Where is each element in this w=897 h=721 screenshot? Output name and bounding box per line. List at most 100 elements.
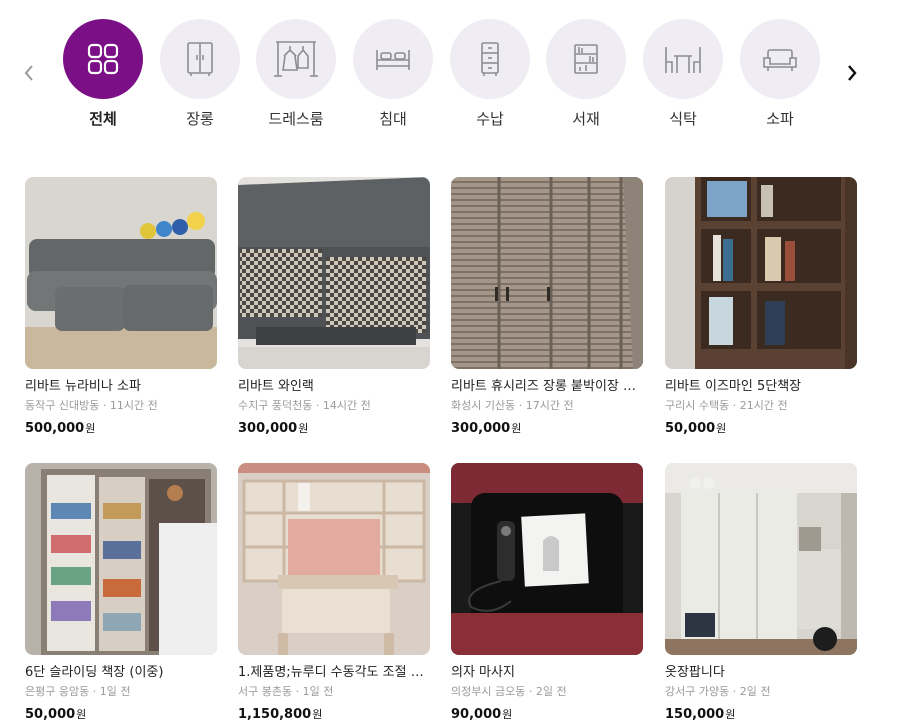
- product-image[interactable]: [238, 463, 430, 655]
- category-label: 장롱: [186, 110, 214, 128]
- sofa-icon: [763, 49, 797, 71]
- price-value: 300,000: [451, 421, 511, 436]
- product-location: 강서구 가양동: [665, 685, 730, 698]
- clothes-rack-icon: [274, 41, 318, 77]
- category-label: 드레스룸: [268, 110, 324, 128]
- product-location: 동작구 신대방동: [25, 399, 100, 412]
- category-circle: [450, 19, 530, 99]
- category-circle: [63, 19, 143, 99]
- product-time: 17시간 전: [525, 399, 574, 412]
- product-card[interactable]: 옷장팝니다 강서구 가양동 · 2일 전 150,000원: [665, 463, 857, 721]
- product-meta: 서구 봉촌동 · 1일 전: [238, 685, 334, 698]
- category-dressroom[interactable]: 드레스룸: [256, 19, 336, 129]
- product-meta: 강서구 가양동 · 2일 전: [665, 685, 771, 698]
- product-title: 의자 마사지: [451, 665, 515, 680]
- product-time: 2일 전: [739, 685, 771, 698]
- product-image[interactable]: [665, 177, 857, 369]
- product-price: 50,000원: [25, 704, 217, 721]
- product-meta: 동작구 신대방동 · 11시간 전: [25, 399, 158, 412]
- category-all[interactable]: 전체: [63, 19, 143, 129]
- grid-icon: [87, 43, 119, 75]
- category-label: 전체: [89, 110, 117, 128]
- product-image[interactable]: [665, 463, 857, 655]
- category-label: 소파: [766, 110, 794, 128]
- category-label: 식탁: [669, 110, 697, 128]
- price-value: 50,000: [665, 421, 716, 436]
- price-unit: 원: [725, 708, 736, 721]
- product-time: 2일 전: [535, 685, 567, 698]
- category-circle: [643, 19, 723, 99]
- bed-icon: [376, 50, 410, 70]
- product-price: 50,000원: [665, 418, 857, 438]
- chevron-right-icon: [848, 65, 857, 81]
- product-price: 150,000원: [665, 704, 857, 721]
- product-title: 리바트 휴시리즈 장롱 붙박이장 판매: [451, 379, 643, 394]
- product-price: 90,000원: [451, 704, 643, 721]
- price-value: 50,000: [25, 707, 76, 721]
- price-unit: 원: [85, 422, 96, 435]
- product-card[interactable]: 6단 슬라이딩 책장 (이중) 은평구 응암동 · 1일 전 50,000원: [25, 463, 217, 721]
- category-circle: [740, 19, 820, 99]
- product-image[interactable]: [25, 463, 217, 655]
- product-time: 14시간 전: [322, 399, 371, 412]
- product-time: 1일 전: [302, 685, 334, 698]
- category-circle: [546, 19, 626, 99]
- category-bed[interactable]: 침대: [353, 19, 433, 129]
- category-circle: [160, 19, 240, 99]
- price-value: 300,000: [238, 421, 298, 436]
- category-label: 침대: [379, 110, 407, 128]
- product-meta: 은평구 응암동 · 1일 전: [25, 685, 131, 698]
- drawer-cabinet-icon: [481, 42, 499, 76]
- category-circle: [256, 19, 336, 99]
- product-price: 1,150,800원: [238, 704, 430, 721]
- product-card[interactable]: 리바트 이즈마인 5단책장 구리시 수택동 · 21시간 전 50,000원: [665, 177, 857, 438]
- price-value: 500,000: [25, 421, 85, 436]
- prev-category-button[interactable]: [14, 58, 44, 88]
- product-location: 서구 봉촌동: [238, 685, 293, 698]
- product-location: 수지구 풍덕천동: [238, 399, 313, 412]
- product-meta: 의정부시 금오동 · 2일 전: [451, 685, 567, 698]
- product-location: 화성시 기산동: [451, 399, 516, 412]
- product-title: 리바트 이즈마인 5단책장: [665, 379, 802, 394]
- chevron-left-icon: [24, 65, 33, 81]
- product-meta: 구리시 수택동 · 21시간 전: [665, 399, 788, 412]
- next-category-button[interactable]: [837, 58, 867, 88]
- product-image[interactable]: [451, 177, 643, 369]
- price-unit: 원: [716, 422, 727, 435]
- product-meta: 수지구 풍덕천동 · 14시간 전: [238, 399, 371, 412]
- product-title: 옷장팝니다: [665, 665, 725, 680]
- wardrobe-icon: [187, 42, 213, 76]
- category-sofa[interactable]: 소파: [740, 19, 820, 129]
- product-location: 은평구 응암동: [25, 685, 90, 698]
- product-card[interactable]: 의자 마사지 의정부시 금오동 · 2일 전 90,000원: [451, 463, 643, 721]
- product-price: 300,000원: [238, 418, 430, 438]
- product-image[interactable]: [238, 177, 430, 369]
- dining-table-icon: [665, 47, 701, 73]
- category-bar: 전체 장롱 드레스룸 침대 수납 서재 식탁 소파: [0, 0, 897, 140]
- product-title: 리바트 뉴라비나 소파: [25, 379, 141, 394]
- category-label: 서재: [572, 110, 600, 128]
- product-location: 구리시 수택동: [665, 399, 730, 412]
- category-label: 수납: [476, 110, 504, 128]
- bookshelf-icon: [574, 44, 598, 74]
- product-image[interactable]: [25, 177, 217, 369]
- product-card[interactable]: 리바트 와인랙 수지구 풍덕천동 · 14시간 전 300,000원: [238, 177, 430, 438]
- category-dining[interactable]: 식탁: [643, 19, 723, 129]
- category-circle: [353, 19, 433, 99]
- price-unit: 원: [298, 422, 309, 435]
- product-card[interactable]: 1.제품명;뉴루디 수동각도 조절 책상 서구 봉촌동 · 1일 전 1,150…: [238, 463, 430, 721]
- product-card[interactable]: 리바트 휴시리즈 장롱 붙박이장 판매 화성시 기산동 · 17시간 전 300…: [451, 177, 643, 438]
- product-title: 1.제품명;뉴루디 수동각도 조절 책상: [238, 665, 430, 680]
- price-unit: 원: [76, 708, 87, 721]
- price-unit: 원: [312, 708, 323, 721]
- price-unit: 원: [511, 422, 522, 435]
- product-price: 300,000원: [451, 418, 643, 438]
- category-wardrobe[interactable]: 장롱: [160, 19, 240, 129]
- product-time: 11시간 전: [109, 399, 158, 412]
- category-study[interactable]: 서재: [546, 19, 626, 129]
- product-card[interactable]: 리바트 뉴라비나 소파 동작구 신대방동 · 11시간 전 500,000원: [25, 177, 217, 438]
- product-location: 의정부시 금오동: [451, 685, 526, 698]
- category-storage[interactable]: 수납: [450, 19, 530, 129]
- product-image[interactable]: [451, 463, 643, 655]
- product-title: 리바트 와인랙: [238, 379, 314, 394]
